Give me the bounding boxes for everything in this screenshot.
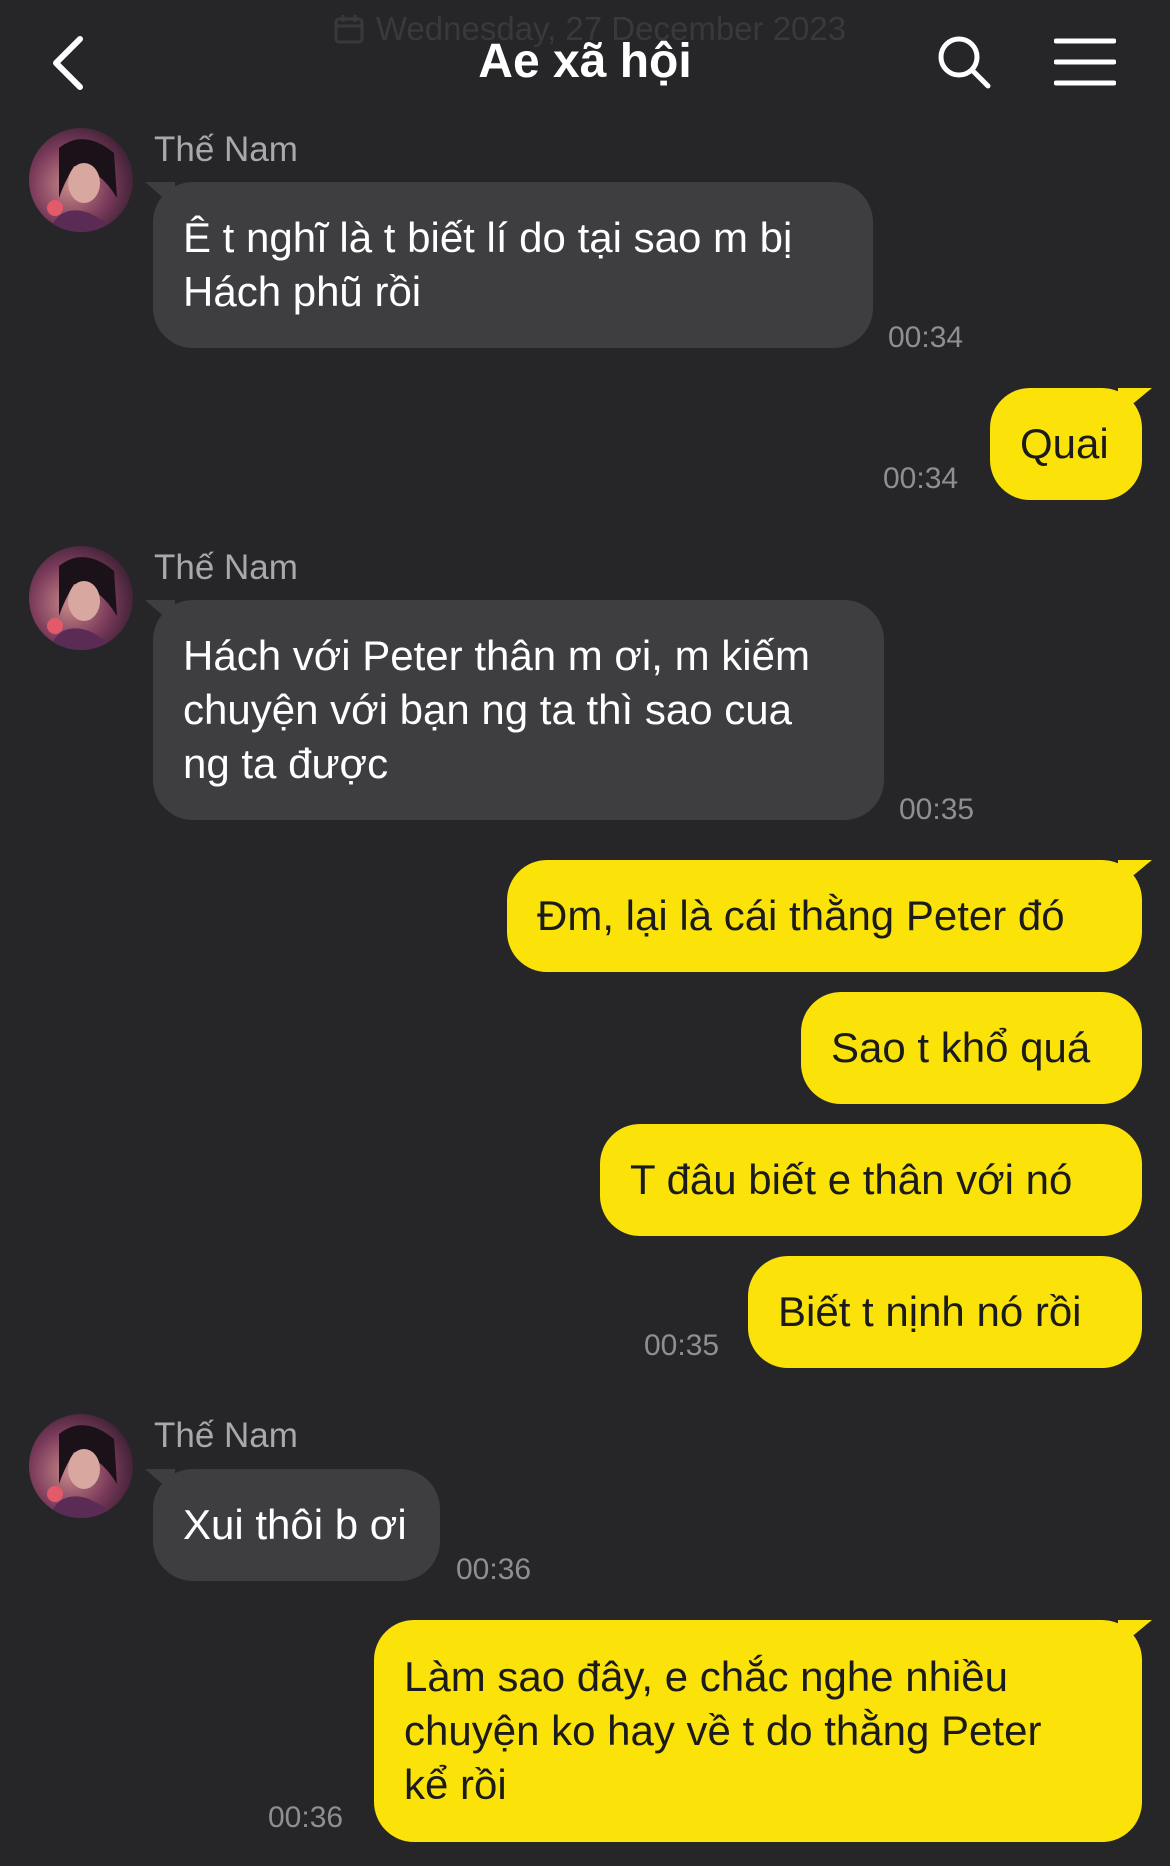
message-bubble-outgoing[interactable]: T đâu biết e thân với nó (600, 1124, 1142, 1236)
message-bubble-incoming[interactable]: Hách với Peter thân m ơi, m kiếm chuyện … (153, 600, 884, 820)
message-bubble-outgoing[interactable]: Sao t khổ quá (801, 992, 1142, 1104)
message-timestamp: 00:34 (888, 321, 964, 354)
message-line: Làm sao đây, e chắc nghe nhiều (404, 1653, 1008, 1700)
message-text: Hách với Peter thân m ơi, m kiếm chuyện … (183, 629, 810, 791)
search-icon (938, 36, 991, 89)
avatar-image (29, 128, 133, 232)
message-bubble-incoming[interactable]: Ê t nghĩ là t biết lí do tại sao m bị Há… (153, 182, 873, 348)
message-timestamp: 00:34 (883, 462, 959, 495)
avatar-image (29, 1414, 133, 1518)
hamburger-menu-icon (1054, 38, 1116, 86)
message-line: kể rồi (404, 1761, 507, 1808)
message-line: ng ta được (183, 740, 389, 787)
message-text: Biết t nịnh nó rồi (778, 1288, 1082, 1335)
menu-button[interactable] (1050, 30, 1120, 94)
message-line: chuyện với bạn ng ta thì sao cua (183, 686, 792, 733)
chat-title: Ae xã hội (478, 35, 692, 88)
avatar-image (29, 546, 133, 650)
message-timestamp: 00:36 (268, 1801, 344, 1834)
message-timestamp: 00:35 (899, 793, 975, 826)
sender-name: Thế Nam (154, 130, 298, 169)
message-text: T đâu biết e thân với nó (630, 1156, 1073, 1203)
avatar[interactable] (29, 1414, 133, 1518)
message-bubble-outgoing[interactable]: Quai (990, 388, 1142, 500)
message-bubble-incoming[interactable]: Xui thôi b ơi (153, 1469, 440, 1581)
back-button[interactable] (40, 28, 96, 98)
avatar[interactable] (29, 546, 133, 650)
search-button[interactable] (932, 30, 996, 94)
message-line: Ê t nghĩ là t biết lí do tại sao m bị (183, 214, 793, 261)
avatar[interactable] (29, 128, 133, 232)
message-text: Ê t nghĩ là t biết lí do tại sao m bị Há… (183, 211, 792, 319)
message-timestamp: 00:36 (456, 1553, 532, 1586)
message-bubble-outgoing[interactable]: Biết t nịnh nó rồi (748, 1256, 1142, 1368)
chevron-left-icon (53, 36, 83, 90)
message-text: Đm, lại là cái thằng Peter đó (537, 892, 1065, 939)
message-line: Hách phũ rồi (183, 268, 422, 315)
chat-header: Wednesday, 27 December 2023 Ae xã hội (0, 0, 1170, 120)
sender-name: Thế Nam (154, 548, 298, 587)
message-timestamp: 00:35 (644, 1329, 720, 1362)
message-text: Sao t khổ quá (831, 1024, 1091, 1071)
message-line: Hách với Peter thân m ơi, m kiếm (183, 632, 810, 679)
sender-name: Thế Nam (154, 1416, 298, 1455)
message-text: Làm sao đây, e chắc nghe nhiều chuyện ko… (404, 1650, 1041, 1812)
message-line: chuyện ko hay về t do thằng Peter (404, 1707, 1042, 1754)
message-bubble-outgoing[interactable]: Đm, lại là cái thằng Peter đó (507, 860, 1142, 972)
message-bubble-outgoing[interactable]: Làm sao đây, e chắc nghe nhiều chuyện ko… (374, 1620, 1142, 1842)
message-text: Xui thôi b ơi (183, 1501, 407, 1548)
message-text: Quai (1020, 420, 1109, 467)
